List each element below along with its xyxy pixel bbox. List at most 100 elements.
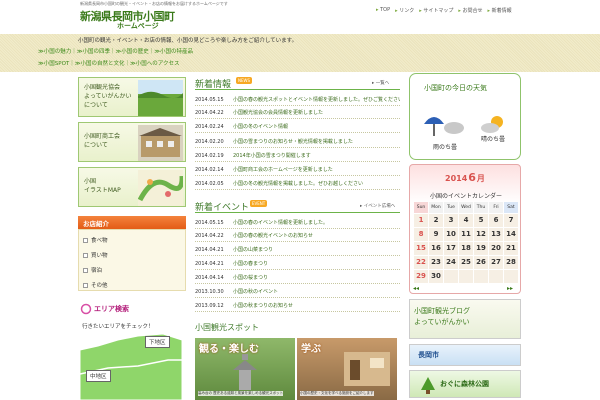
area-search-title: エリア検索 bbox=[80, 303, 129, 315]
museum-image bbox=[344, 352, 390, 386]
weather-today: 雨のち曇 bbox=[433, 144, 458, 151]
calendar-day[interactable]: 8 bbox=[414, 228, 428, 241]
calendar-day[interactable]: 22 bbox=[414, 256, 428, 269]
spot-card-learning[interactable]: 学ぶ 小国の歴史・文化を学べる施設をご紹介します bbox=[297, 338, 397, 400]
site-subtitle[interactable]: ホームページ bbox=[117, 21, 159, 31]
shop-category[interactable]: 食べ物 bbox=[83, 236, 108, 244]
checkbox[interactable] bbox=[83, 282, 88, 288]
spot-card-caption: 高み台の 歴史ある遺跡と風景を楽しめる観光スポット bbox=[198, 391, 284, 396]
calendar-day[interactable]: 19 bbox=[474, 242, 488, 255]
event-row[interactable]: 2014.04.22 小国の春の観光イベントのお知らせ bbox=[195, 230, 400, 242]
checkbox[interactable] bbox=[83, 267, 88, 273]
calendar-day[interactable]: 3 bbox=[444, 214, 458, 227]
events-more-link[interactable]: ▸ イベント広場へ bbox=[360, 203, 395, 209]
area-middle-label[interactable]: 中地区 bbox=[86, 370, 111, 382]
calendar-day[interactable]: 14 bbox=[504, 228, 518, 241]
sunny-cloudy-icon bbox=[481, 116, 503, 133]
news-more-link[interactable]: ▸ 一覧へ bbox=[372, 80, 389, 86]
banner-illust-map[interactable]: 小国 イラストMAP bbox=[78, 167, 186, 207]
calendar-day[interactable]: 13 bbox=[489, 228, 503, 241]
calendar-day[interactable]: 28 bbox=[504, 256, 518, 269]
events-badge: EVENT bbox=[250, 200, 268, 207]
area-upper-label[interactable]: 下地区 bbox=[145, 336, 170, 348]
news-row[interactable]: 2014.02.14 小国町商工会のホームページを更新しました bbox=[195, 164, 400, 176]
calendar-day[interactable]: 9 bbox=[429, 228, 443, 241]
weather-tomorrow: 晴のち曇 bbox=[481, 136, 506, 143]
checkbox[interactable] bbox=[83, 252, 88, 258]
nav-links[interactable]: リンク bbox=[395, 7, 414, 14]
illustrated-map bbox=[138, 170, 183, 206]
weather-title: 小国町の今日の天気 bbox=[424, 84, 487, 92]
calendar-day[interactable]: 29 bbox=[414, 270, 428, 283]
nav-contact[interactable]: お問合せ bbox=[458, 7, 482, 14]
calendar-day[interactable]: 26 bbox=[474, 256, 488, 269]
spot-card-label: 観る・楽しむ bbox=[199, 344, 259, 355]
calendar-day bbox=[474, 270, 488, 283]
calendar-day[interactable]: 16 bbox=[429, 242, 443, 255]
nav-top[interactable]: TOP bbox=[376, 7, 390, 14]
news-row[interactable]: 2014.04.22 小国観光協会の会員情報を更新しました bbox=[195, 107, 400, 119]
calendar-month-unit: 月 bbox=[476, 174, 485, 183]
quick-links-2[interactable]: ≫小国SPOT｜≫小国の自然と文化｜≫小国へのアクセス bbox=[38, 59, 180, 67]
calendar-day[interactable]: 12 bbox=[474, 228, 488, 241]
nav-sitemap[interactable]: サイトマップ bbox=[419, 7, 453, 14]
spot-card-label: 学ぶ bbox=[301, 344, 321, 355]
spot-card-sightseeing[interactable]: 観る・楽しむ 高み台の 歴史ある遺跡と風景を楽しめる観光スポット bbox=[195, 338, 295, 400]
banner-tourism-blog[interactable]: 小国町観光ブログ よっていがんかい bbox=[409, 299, 521, 339]
calendar-day[interactable]: 30 bbox=[429, 270, 443, 283]
event-row[interactable]: 2014.04.21 小国の山菜まつり bbox=[195, 244, 400, 256]
checkbox[interactable] bbox=[83, 237, 88, 243]
calendar-day[interactable]: 24 bbox=[444, 256, 458, 269]
calendar-prev[interactable]: ◂◂ bbox=[413, 285, 419, 292]
banner-commerce-assoc[interactable]: 小国町商工会 について bbox=[78, 122, 186, 162]
calendar-day[interactable]: 2 bbox=[429, 214, 443, 227]
calendar-day[interactable]: 15 bbox=[414, 242, 428, 255]
event-row[interactable]: 2013.09.12 小国の秋まつりのお知らせ bbox=[195, 300, 400, 312]
calendar-day[interactable]: 6 bbox=[489, 214, 503, 227]
calendar-day[interactable]: 4 bbox=[459, 214, 473, 227]
shop-category[interactable]: 宿泊 bbox=[83, 266, 102, 274]
news-badge: NEWS bbox=[236, 77, 253, 84]
calendar-day[interactable]: 17 bbox=[444, 242, 458, 255]
banner-tourism-assoc[interactable]: 小国観光協会 よっていがんかい について bbox=[78, 77, 186, 117]
spot-card-caption: 小国の歴史・文化を学べる施設をご紹介します bbox=[300, 391, 374, 396]
calendar-day[interactable]: 11 bbox=[459, 228, 473, 241]
calendar-day[interactable]: 27 bbox=[489, 256, 503, 269]
quick-links-1[interactable]: ≫小国の魅力｜≫小国の四季｜≫小国の歴史｜≫小国の特産品 bbox=[38, 47, 193, 55]
calendar-day[interactable]: 5 bbox=[474, 214, 488, 227]
shop-category-list: 食べ物 買い物 宿泊 その他 bbox=[78, 229, 186, 291]
news-row[interactable]: 2014.02.19 2014年小国の雪まつり開催します bbox=[195, 150, 400, 162]
calendar-day[interactable]: 25 bbox=[459, 256, 473, 269]
calendar-day[interactable]: 23 bbox=[429, 256, 443, 269]
divider bbox=[195, 89, 400, 90]
news-row[interactable]: 2014.02.24 小国の冬のイベント情報 bbox=[195, 121, 400, 133]
weekday-header: Mon bbox=[429, 202, 443, 213]
calendar-day[interactable]: 7 bbox=[504, 214, 518, 227]
calendar-day[interactable]: 20 bbox=[489, 242, 503, 255]
event-row[interactable]: 2013.10.30 小国の秋のイベント bbox=[195, 286, 400, 298]
nav-news[interactable]: 新着情報 bbox=[488, 7, 512, 14]
news-row[interactable]: 2014.02.05 小国の冬の観光情報を掲載しました。ぜひお越しください bbox=[195, 178, 400, 190]
banner-label: 長岡市 bbox=[418, 351, 439, 359]
banner-forest-park[interactable]: おぐに森林公園 bbox=[409, 370, 521, 398]
banner-nagaoka-city[interactable]: 長岡市 bbox=[409, 344, 521, 366]
banner-label: 小国 イラストMAP bbox=[84, 178, 121, 194]
event-row[interactable]: 2014.04.21 小国の春まつり bbox=[195, 258, 400, 270]
calendar-day[interactable]: 10 bbox=[444, 228, 458, 241]
calendar-year: 2014 bbox=[445, 174, 468, 183]
shop-category[interactable]: 買い物 bbox=[83, 251, 108, 259]
event-row[interactable]: 2014.04.14 小国の桜まつり bbox=[195, 272, 400, 284]
calendar-day[interactable]: 18 bbox=[459, 242, 473, 255]
news-row[interactable]: 2014.05.15 小国の春の観光スポットとイベント情報を更新しました。ぜひご覧… bbox=[195, 94, 400, 106]
calendar-day[interactable]: 1 bbox=[414, 214, 428, 227]
calendar-day bbox=[504, 270, 518, 283]
calendar-next[interactable]: ▸▸ bbox=[507, 285, 513, 292]
calendar-day bbox=[459, 270, 473, 283]
event-row[interactable]: 2014.05.15 小国の春のイベント情報を更新しました。 bbox=[195, 217, 400, 229]
shop-category[interactable]: その他 bbox=[83, 281, 108, 289]
calendar-month: 2014 6 月 bbox=[445, 171, 485, 184]
weekday-header: Sun bbox=[414, 202, 428, 213]
calendar-day[interactable]: 21 bbox=[504, 242, 518, 255]
news-row[interactable]: 2014.02.20 小国の雪まつりのお知らせ・観光情報を掲載しました bbox=[195, 136, 400, 148]
tree-icon bbox=[421, 377, 435, 394]
